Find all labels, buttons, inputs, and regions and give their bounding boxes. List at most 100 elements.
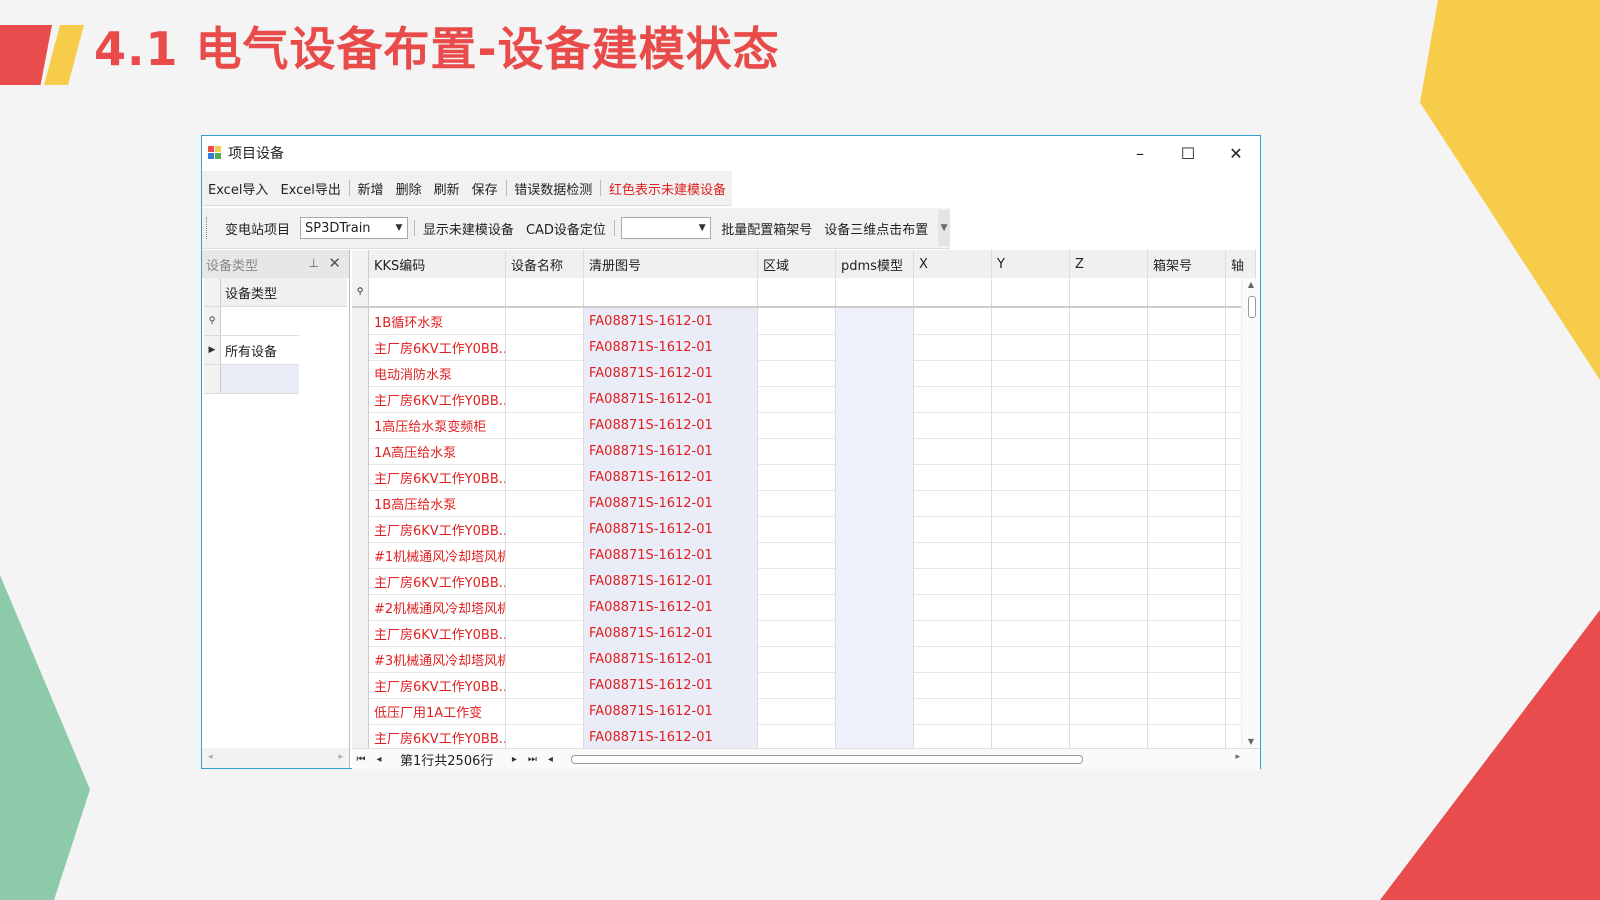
- filter-cell-pdms-model[interactable]: [836, 278, 914, 306]
- cell-kks[interactable]: #2机械通风冷却塔风机: [369, 594, 506, 620]
- cell-y[interactable]: [992, 542, 1070, 568]
- table-row[interactable]: 1A高压给水泵 FA08871S-1612-01: [352, 438, 1256, 465]
- cell-x[interactable]: [914, 490, 992, 516]
- cell-drawing-no[interactable]: FA08871S-1612-01: [584, 620, 758, 646]
- cell-z[interactable]: [1070, 516, 1148, 542]
- cell-x[interactable]: [914, 620, 992, 646]
- cell-device-name[interactable]: [506, 308, 584, 334]
- column-header-z[interactable]: Z: [1070, 250, 1148, 278]
- cell-rack-no[interactable]: [1148, 386, 1226, 412]
- cell-device-name[interactable]: [506, 620, 584, 646]
- cell-area[interactable]: [758, 386, 836, 412]
- cell-kks[interactable]: #3机械通风冷却塔风机: [369, 646, 506, 672]
- cell-z[interactable]: [1070, 542, 1148, 568]
- cell-rack-no[interactable]: [1148, 412, 1226, 438]
- save-button[interactable]: 保存: [466, 179, 504, 198]
- cell-kks[interactable]: 电动消防水泵: [369, 360, 506, 386]
- prev-record-icon[interactable]: ◂: [370, 754, 388, 765]
- filter-cell-kks[interactable]: [369, 278, 506, 306]
- cell-x[interactable]: [914, 594, 992, 620]
- table-row[interactable]: 主厂房6KV工作Y0BB... FA08871S-1612-01: [352, 620, 1256, 647]
- cell-z[interactable]: [1070, 386, 1148, 412]
- column-header-area[interactable]: 区域: [758, 250, 836, 278]
- cell-y[interactable]: [992, 308, 1070, 334]
- grid-vertical-scrollbar[interactable]: ▲ ▼: [1241, 278, 1260, 748]
- cell-pdms-model[interactable]: [836, 360, 914, 386]
- cell-pdms-model[interactable]: [836, 568, 914, 594]
- cell-area[interactable]: [758, 360, 836, 386]
- table-row[interactable]: 1B高压给水泵 FA08871S-1612-01: [352, 490, 1256, 517]
- cell-kks[interactable]: 主厂房6KV工作Y0BB...: [369, 334, 506, 360]
- cell-x[interactable]: [914, 308, 992, 334]
- cell-area[interactable]: [758, 490, 836, 516]
- table-row[interactable]: 主厂房6KV工作Y0BB... FA08871S-1612-01: [352, 672, 1256, 699]
- cell-z[interactable]: [1070, 594, 1148, 620]
- cell-area[interactable]: [758, 646, 836, 672]
- cell-rack-no[interactable]: [1148, 438, 1226, 464]
- table-row[interactable]: 电动消防水泵 FA08871S-1612-01: [352, 360, 1256, 387]
- cell-z[interactable]: [1070, 698, 1148, 724]
- cell-area[interactable]: [758, 464, 836, 490]
- cell-drawing-no[interactable]: FA08871S-1612-01: [584, 568, 758, 594]
- excel-import-button[interactable]: Excel导入: [202, 179, 274, 198]
- cell-drawing-no[interactable]: FA08871S-1612-01: [584, 438, 758, 464]
- cell-pdms-model[interactable]: [836, 542, 914, 568]
- cell-rack-no[interactable]: [1148, 724, 1226, 748]
- cell-y[interactable]: [992, 360, 1070, 386]
- cell-rack-no[interactable]: [1148, 464, 1226, 490]
- cell-pdms-model[interactable]: [836, 698, 914, 724]
- cell-x[interactable]: [914, 412, 992, 438]
- cell-area[interactable]: [758, 438, 836, 464]
- cell-x[interactable]: [914, 386, 992, 412]
- excel-export-button[interactable]: Excel导出: [274, 179, 346, 198]
- cell-y[interactable]: [992, 672, 1070, 698]
- cell-y[interactable]: [992, 620, 1070, 646]
- cell-x[interactable]: [914, 438, 992, 464]
- close-button[interactable]: ✕: [1212, 136, 1260, 170]
- cell-kks[interactable]: 主厂房6KV工作Y0BB...: [369, 386, 506, 412]
- cell-x[interactable]: [914, 360, 992, 386]
- cell-pdms-model[interactable]: [836, 516, 914, 542]
- cell-device-name[interactable]: [506, 464, 584, 490]
- cell-area[interactable]: [758, 412, 836, 438]
- cell-area[interactable]: [758, 334, 836, 360]
- cell-kks[interactable]: 主厂房6KV工作Y0BB...: [369, 724, 506, 748]
- cell-pdms-model[interactable]: [836, 646, 914, 672]
- table-row[interactable]: #2机械通风冷却塔风机 FA08871S-1612-01: [352, 594, 1256, 621]
- cell-device-name[interactable]: [506, 542, 584, 568]
- cell-z[interactable]: [1070, 646, 1148, 672]
- cell-pdms-model[interactable]: [836, 438, 914, 464]
- column-header-device-name[interactable]: 设备名称: [506, 250, 584, 278]
- pin-icon[interactable]: ⊥: [309, 256, 319, 270]
- click-place-button[interactable]: 设备三维点击布置: [818, 219, 934, 238]
- cell-x[interactable]: [914, 672, 992, 698]
- cell-kks[interactable]: 1B高压给水泵: [369, 490, 506, 516]
- minimize-button[interactable]: –: [1116, 136, 1164, 170]
- filter-cell-rack-no[interactable]: [1148, 278, 1226, 306]
- column-header-x[interactable]: X: [914, 250, 992, 278]
- cell-x[interactable]: [914, 724, 992, 748]
- cell-y[interactable]: [992, 490, 1070, 516]
- cell-area[interactable]: [758, 620, 836, 646]
- first-record-icon[interactable]: ⏮: [352, 754, 370, 765]
- cell-device-name[interactable]: [506, 724, 584, 748]
- scroll-up-icon[interactable]: ▲: [1242, 280, 1260, 289]
- cell-drawing-no[interactable]: FA08871S-1612-01: [584, 490, 758, 516]
- cell-y[interactable]: [992, 412, 1070, 438]
- cell-pdms-model[interactable]: [836, 672, 914, 698]
- cell-x[interactable]: [914, 542, 992, 568]
- grid-horizontal-scrollbar[interactable]: ▸: [559, 751, 1240, 767]
- cell-y[interactable]: [992, 386, 1070, 412]
- cell-rack-no[interactable]: [1148, 308, 1226, 334]
- cell-area[interactable]: [758, 568, 836, 594]
- cell-device-name[interactable]: [506, 516, 584, 542]
- cell-y[interactable]: [992, 464, 1070, 490]
- cell-pdms-model[interactable]: [836, 724, 914, 748]
- cell-z[interactable]: [1070, 490, 1148, 516]
- cell-device-name[interactable]: [506, 360, 584, 386]
- cell-x[interactable]: [914, 464, 992, 490]
- cell-rack-no[interactable]: [1148, 334, 1226, 360]
- cad-select[interactable]: ▼: [620, 217, 712, 239]
- cell-area[interactable]: [758, 672, 836, 698]
- cell-rack-no[interactable]: [1148, 360, 1226, 386]
